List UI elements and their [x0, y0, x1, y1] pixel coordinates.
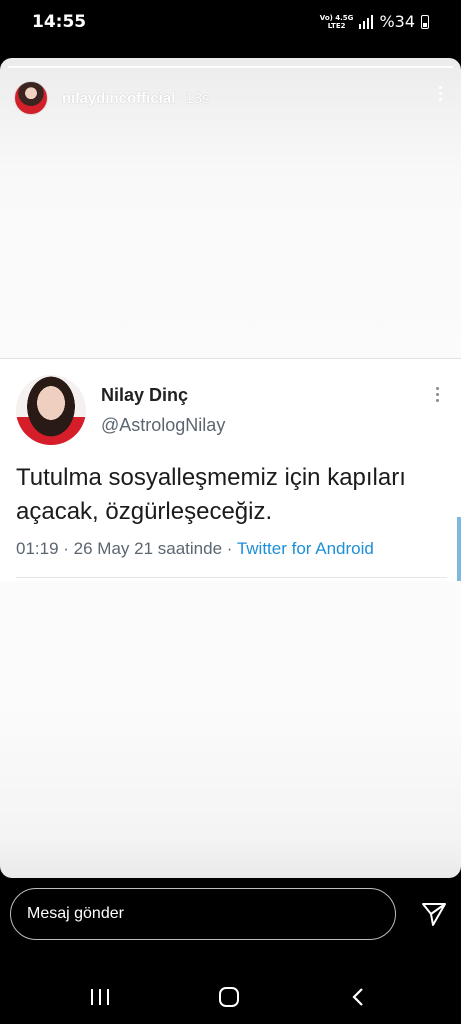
story-time-ago: 13s [185, 89, 210, 107]
tweet-source: Twitter for Android [236, 539, 374, 558]
navigation-bar [0, 968, 461, 1024]
tweet-text: Tutulma sosyalleşmemiz için kapıları aça… [16, 464, 406, 525]
tweet-more-icon [436, 387, 439, 402]
network-sim: LTE2 [327, 21, 346, 30]
tweet-author-name: Nilay Dinç [101, 385, 189, 405]
message-input[interactable]: Mesaj gönder [10, 888, 396, 940]
status-indicators: Vo) 4.5G LTE2 %34 [320, 12, 429, 31]
recents-icon[interactable] [85, 982, 115, 1012]
tweet-timestamp: 01:19 · 26 May 21 saatinde · [16, 539, 237, 558]
status-bar: 14:55 Vo) 4.5G LTE2 %34 [0, 0, 461, 46]
story-username[interactable]: nilaydincofficial [62, 90, 175, 107]
network-indicator: Vo) 4.5G LTE2 [320, 14, 354, 30]
tweet-author-handle: @AstrologNilay [101, 415, 226, 435]
more-vertical-icon[interactable] [437, 86, 443, 101]
tweet-divider [16, 577, 447, 578]
battery-icon [421, 14, 429, 29]
tweet-card: Nilay Dinç @AstrologNilay Tutulma sosyal… [0, 358, 461, 581]
story-avatar[interactable] [14, 81, 48, 115]
tweet-edge-accent [457, 517, 461, 581]
story-progress-bar [8, 66, 453, 68]
signal-icon [359, 14, 374, 29]
story-viewer[interactable]: nilaydincofficial 13s Nilay Dinç @Astrol… [0, 58, 461, 878]
tweet-meta: 01:19 · 26 May 21 saatinde · Twitter for… [16, 539, 374, 559]
status-time: 14:55 [32, 12, 87, 32]
tweet-avatar [16, 375, 86, 445]
send-icon[interactable] [420, 900, 448, 928]
battery-level: %34 [379, 12, 415, 31]
back-icon[interactable] [343, 982, 373, 1012]
home-icon[interactable] [214, 982, 244, 1012]
story-header: nilaydincofficial 13s [14, 80, 447, 116]
network-type: Vo) 4.5G [319, 13, 354, 22]
